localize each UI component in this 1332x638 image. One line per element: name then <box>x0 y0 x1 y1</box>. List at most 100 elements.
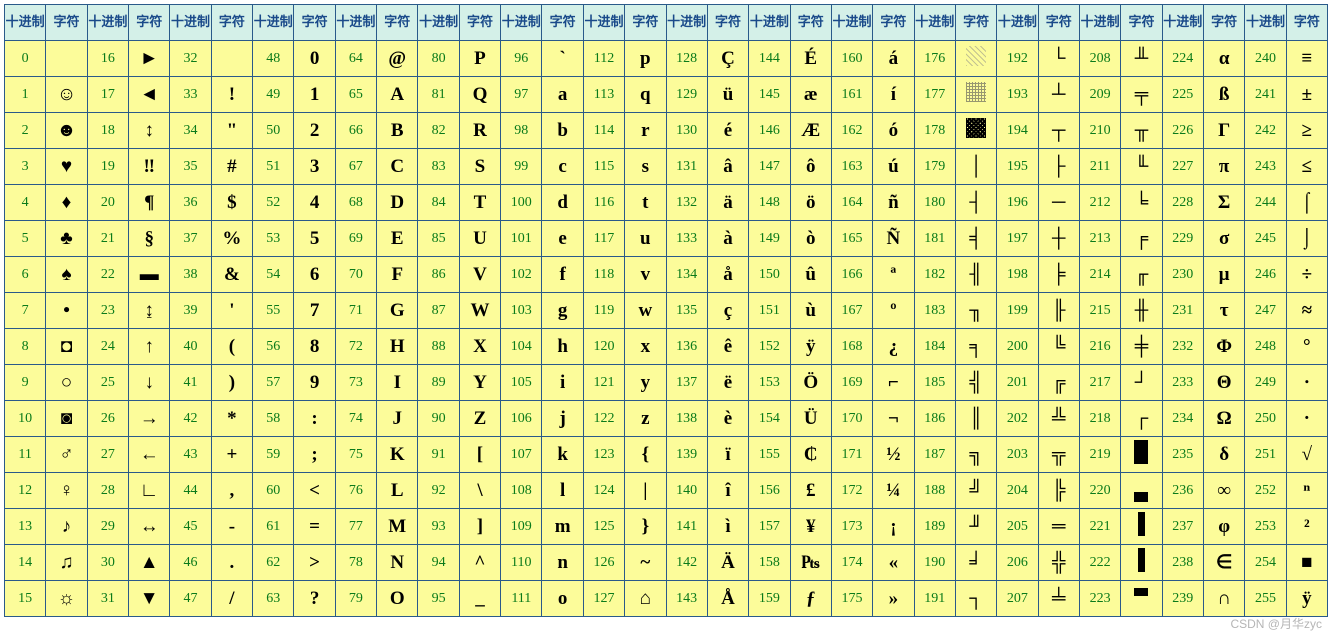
cell-chr: I <box>377 365 418 401</box>
cell-dec: 173 <box>831 509 872 545</box>
cell-chr: Ü <box>790 401 831 437</box>
cell-dec: 174 <box>831 545 872 581</box>
cell-chr: å <box>707 257 748 293</box>
cell-chr: £ <box>790 473 831 509</box>
cell-dec: 88 <box>418 329 459 365</box>
cell-chr <box>1121 509 1162 545</box>
cell-dec: 8 <box>5 329 46 365</box>
cell-dec: 250 <box>1245 401 1286 437</box>
cell-chr: ► <box>129 41 170 77</box>
header-dec: 十进制 <box>914 5 955 41</box>
cell-dec: 123 <box>583 437 624 473</box>
cell-chr: ≡ <box>1286 41 1327 77</box>
cell-chr: » <box>873 581 914 617</box>
cell-chr: e <box>542 221 583 257</box>
cell-dec: 75 <box>335 437 376 473</box>
cell-dec: 35 <box>170 149 211 185</box>
cell-dec: 1 <box>5 77 46 113</box>
cell-dec: 57 <box>253 365 294 401</box>
cell-chr: , <box>211 473 252 509</box>
cell-chr: → <box>129 401 170 437</box>
cell-chr: ¿ <box>873 329 914 365</box>
cell-chr: E <box>377 221 418 257</box>
cell-chr <box>955 113 996 149</box>
cell-dec: 121 <box>583 365 624 401</box>
cell-dec: 118 <box>583 257 624 293</box>
cell-dec: 209 <box>1079 77 1120 113</box>
cell-chr: 5 <box>294 221 335 257</box>
cell-chr: δ <box>1203 437 1244 473</box>
cell-dec: 143 <box>666 581 707 617</box>
header-chr: 字符 <box>625 5 666 41</box>
cell-dec: 50 <box>253 113 294 149</box>
cell-dec: 95 <box>418 581 459 617</box>
header-dec: 十进制 <box>997 5 1038 41</box>
cell-chr: ┴ <box>1038 77 1079 113</box>
cell-chr: [ <box>459 437 500 473</box>
cell-dec: 126 <box>583 545 624 581</box>
cell-dec: 68 <box>335 185 376 221</box>
cell-chr: L <box>377 473 418 509</box>
cell-chr: ` <box>542 41 583 77</box>
cell-chr: ☺ <box>46 77 87 113</box>
header-chr: 字符 <box>459 5 500 41</box>
cell-dec: 231 <box>1162 293 1203 329</box>
cell-chr: $ <box>211 185 252 221</box>
header-chr: 字符 <box>211 5 252 41</box>
cell-dec: 103 <box>501 293 542 329</box>
cell-chr: ] <box>459 509 500 545</box>
cell-chr: ╗ <box>955 437 996 473</box>
header-dec: 十进制 <box>253 5 294 41</box>
cell-dec: 189 <box>914 509 955 545</box>
table-row: 016►32 48064@80P96`112p128Ç144É160á17619… <box>5 41 1328 77</box>
cell-dec: 87 <box>418 293 459 329</box>
header-chr: 字符 <box>294 5 335 41</box>
cell-chr: τ <box>1203 293 1244 329</box>
header-dec: 十进制 <box>1079 5 1120 41</box>
cell-dec: 190 <box>914 545 955 581</box>
cell-chr: - <box>211 509 252 545</box>
cell-dec: 18 <box>87 113 128 149</box>
header-dec: 十进制 <box>1245 5 1286 41</box>
cell-dec: 41 <box>170 365 211 401</box>
cell-chr: o <box>542 581 583 617</box>
cell-chr: ♫ <box>46 545 87 581</box>
cell-dec: 132 <box>666 185 707 221</box>
cell-dec: 171 <box>831 437 872 473</box>
cell-chr: ▲ <box>129 545 170 581</box>
header-dec: 十进制 <box>666 5 707 41</box>
cell-chr: ƒ <box>790 581 831 617</box>
cell-dec: 227 <box>1162 149 1203 185</box>
cell-chr: ☼ <box>46 581 87 617</box>
cell-chr: ç <box>707 293 748 329</box>
cell-dec: 176 <box>914 41 955 77</box>
cell-chr: ╧ <box>1038 581 1079 617</box>
cell-dec: 113 <box>583 77 624 113</box>
cell-chr: ≈ <box>1286 293 1327 329</box>
cell-chr: ¼ <box>873 473 914 509</box>
cell-dec: 19 <box>87 149 128 185</box>
cell-chr: q <box>625 77 666 113</box>
cell-dec: 119 <box>583 293 624 329</box>
ascii-table: 十进制字符十进制字符十进制字符十进制字符十进制字符十进制字符十进制字符十进制字符… <box>4 4 1328 617</box>
cell-chr: ╚ <box>1038 329 1079 365</box>
cell-dec: 145 <box>749 77 790 113</box>
cell-dec: 100 <box>501 185 542 221</box>
cell-chr: ╨ <box>1121 41 1162 77</box>
cell-dec: 72 <box>335 329 376 365</box>
cell-dec: 127 <box>583 581 624 617</box>
cell-chr <box>1121 545 1162 581</box>
header-dec: 十进制 <box>501 5 542 41</box>
cell-chr: ó <box>873 113 914 149</box>
cell-chr: π <box>1203 149 1244 185</box>
cell-dec: 172 <box>831 473 872 509</box>
cell-dec: 247 <box>1245 293 1286 329</box>
cell-chr: ╓ <box>1121 257 1162 293</box>
cell-chr: φ <box>1203 509 1244 545</box>
cell-dec: 125 <box>583 509 624 545</box>
cell-chr: ∙ <box>1286 365 1327 401</box>
header-chr: 字符 <box>542 5 583 41</box>
cell-dec: 230 <box>1162 257 1203 293</box>
cell-chr: r <box>625 113 666 149</box>
cell-dec: 183 <box>914 293 955 329</box>
